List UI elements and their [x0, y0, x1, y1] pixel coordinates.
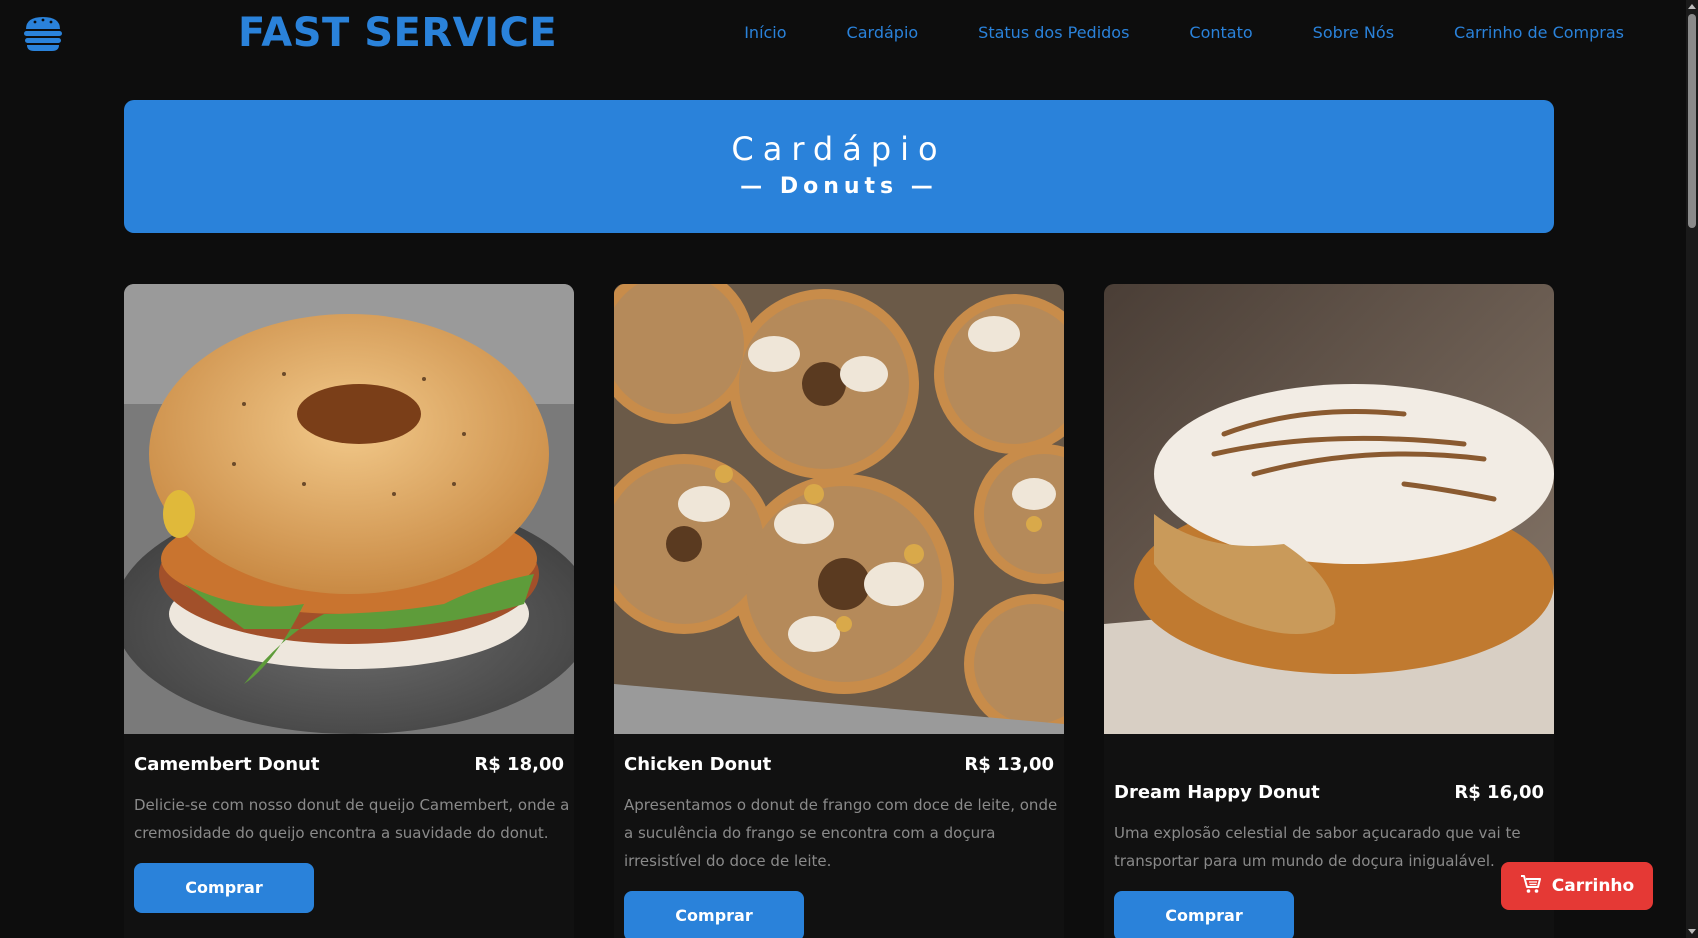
product-grid: Camembert Donut R$ 18,00 Delicie-se com …: [124, 284, 1554, 938]
brand-name[interactable]: FAST SERVICE: [238, 10, 557, 56]
dream-happy-donut-photo: [1104, 284, 1554, 734]
buy-button[interactable]: Comprar: [1114, 891, 1294, 938]
product-description: Delicie-se com nosso donut de queijo Cam…: [134, 796, 570, 842]
nav-item-cardapio[interactable]: Cardápio: [847, 23, 919, 42]
scroll-thumb[interactable]: [1688, 14, 1696, 228]
product-name: Dream Happy Donut: [1114, 782, 1320, 803]
product-name: Chicken Donut: [624, 754, 772, 775]
nav-links: Início Cardápio Status dos Pedidos Conta…: [744, 23, 1624, 42]
cart-label: Carrinho: [1551, 876, 1635, 896]
buy-button[interactable]: Comprar: [624, 891, 804, 938]
shopping-cart-icon: [1520, 874, 1542, 899]
product-description: Apresentamos o donut de frango com doce …: [624, 796, 1058, 870]
chicken-donut-photo: [614, 284, 1064, 734]
product-price: R$ 18,00: [474, 754, 564, 775]
product-card: Camembert Donut R$ 18,00 Delicie-se com …: [124, 284, 574, 938]
product-card: Dream Happy Donut R$ 16,00 Uma explosão …: [1104, 284, 1554, 938]
nav-item-carrinho-compras[interactable]: Carrinho de Compras: [1454, 23, 1624, 42]
nav-item-status-pedidos[interactable]: Status dos Pedidos: [978, 23, 1129, 42]
burger-icon[interactable]: [22, 15, 64, 53]
nav-item-contato[interactable]: Contato: [1189, 23, 1252, 42]
page-title: Cardápio: [731, 130, 947, 168]
menu-hero-banner: Cardápio — Donuts —: [124, 100, 1554, 233]
scroll-up-arrow[interactable]: [1688, 4, 1696, 9]
navbar: FAST SERVICE Início Cardápio Status dos …: [0, 0, 1686, 70]
product-card: Chicken Donut R$ 13,00 Apresentamos o do…: [614, 284, 1064, 938]
camembert-donut-photo: [124, 284, 574, 734]
buy-button[interactable]: Comprar: [134, 863, 314, 913]
nav-item-inicio[interactable]: Início: [744, 23, 786, 42]
floating-cart-button[interactable]: Carrinho: [1501, 862, 1653, 910]
product-price: R$ 16,00: [1454, 782, 1544, 803]
product-description: Uma explosão celestial de sabor açucarad…: [1114, 824, 1521, 870]
scroll-down-arrow[interactable]: [1688, 929, 1696, 934]
product-name: Camembert Donut: [134, 754, 320, 775]
category-subtitle: — Donuts —: [740, 174, 938, 199]
nav-item-sobre-nos[interactable]: Sobre Nós: [1313, 23, 1394, 42]
product-price: R$ 13,00: [964, 754, 1054, 775]
page-scrollbar[interactable]: [1686, 0, 1698, 938]
